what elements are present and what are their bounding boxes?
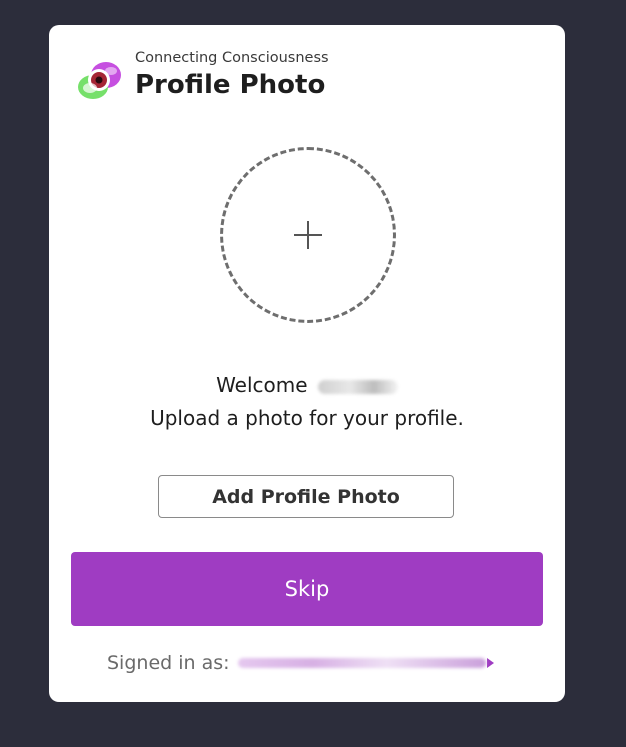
page-title: Profile Photo <box>135 70 326 100</box>
signed-in-label: Signed in as: <box>107 652 230 674</box>
welcome-message: Welcome <box>49 373 565 397</box>
profile-photo-card: Connecting Consciousness Profile Photo W… <box>49 25 565 702</box>
account-arrow-icon[interactable] <box>486 658 494 668</box>
plus-icon <box>294 221 322 249</box>
org-name: Connecting Consciousness <box>135 50 329 66</box>
signed-in-info: Signed in as: <box>107 652 494 674</box>
header-text: Connecting Consciousness Profile Photo <box>135 49 329 102</box>
skip-button[interactable]: Skip <box>71 552 543 626</box>
redacted-user-name <box>317 379 398 394</box>
card-header: Connecting Consciousness Profile Photo <box>75 49 329 105</box>
photo-upload-area[interactable] <box>220 147 396 323</box>
connecting-consciousness-logo <box>78 62 121 99</box>
add-profile-photo-button[interactable]: Add Profile Photo <box>158 475 454 518</box>
welcome-prefix: Welcome <box>216 373 308 397</box>
upload-instruction: Upload a photo for your profile. <box>150 406 464 430</box>
redacted-email <box>237 658 486 668</box>
